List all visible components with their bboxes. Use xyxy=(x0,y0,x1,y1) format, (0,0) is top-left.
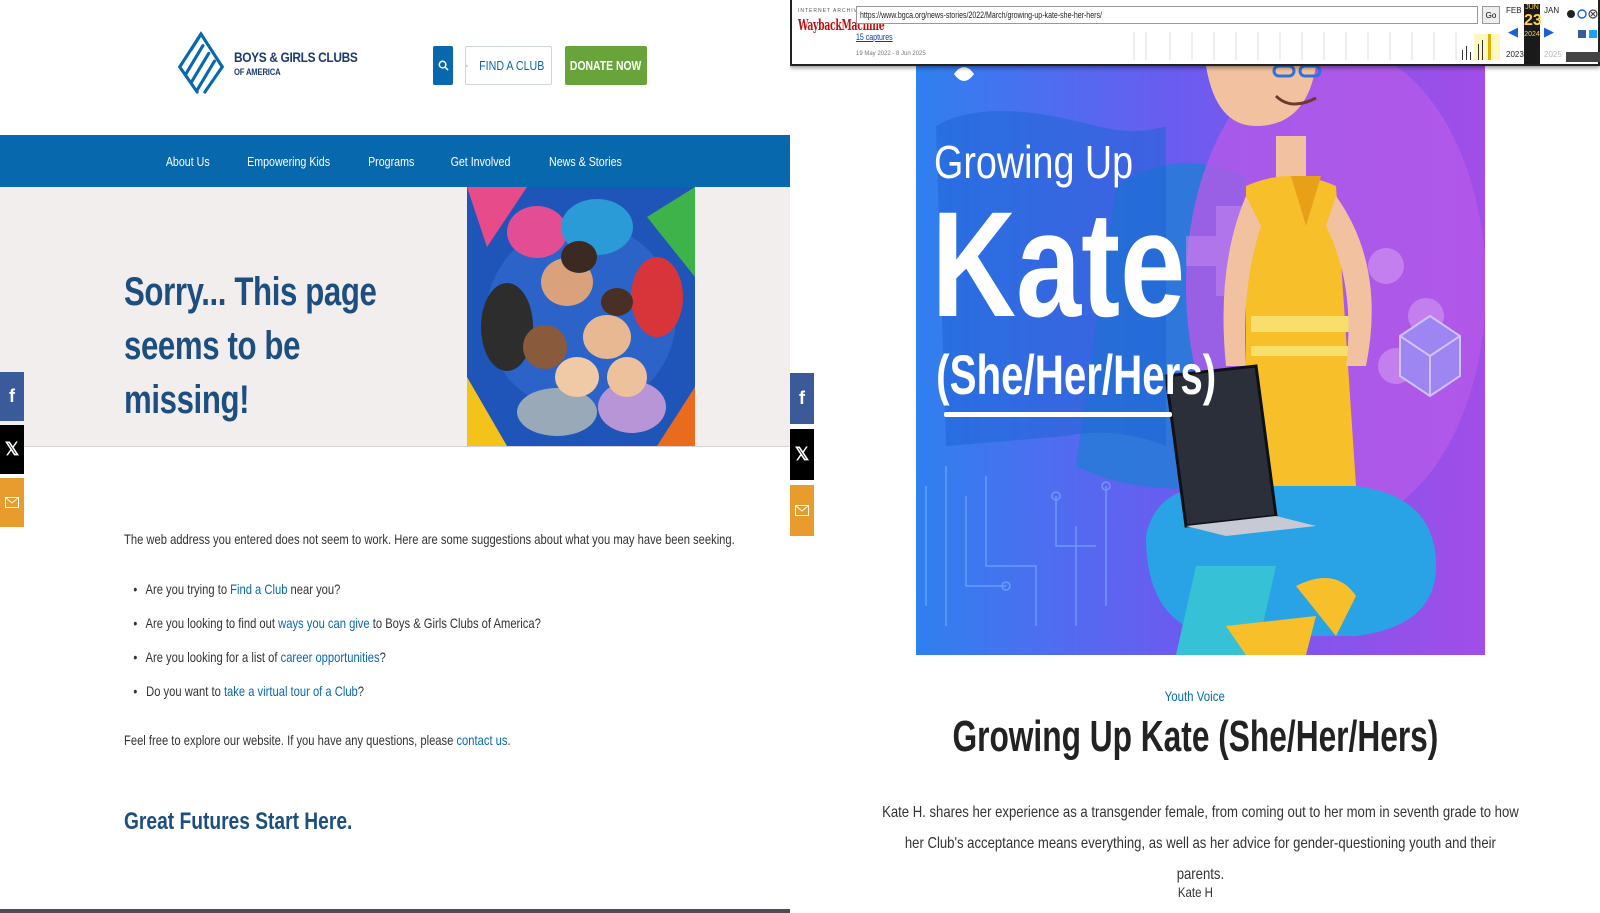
bgca-logo[interactable]: BOYS & GIRLS CLUBS OF AMERICA xyxy=(172,28,379,98)
wayback-url-text: https://www.bgca.org/news-stories/2022/M… xyxy=(860,10,1102,20)
next-capture-arrow-icon[interactable]: ▶ xyxy=(1544,24,1554,40)
growing-up-kate-graphic: Growing Up Kate (She/Her/Hers) xyxy=(916,66,1485,655)
suggestion-text: Are you looking to find out xyxy=(145,615,279,631)
suggestion-text: Do you want to xyxy=(146,683,224,699)
ways-you-can-give-link[interactable]: ways you can give xyxy=(278,615,370,631)
suggestion-text: ? xyxy=(357,683,365,699)
internet-archive-label: INTERNET ARCHIVE xyxy=(798,8,863,14)
kids-covering-eyes-photo xyxy=(467,187,695,446)
donate-now-label: DONATE NOW xyxy=(570,58,642,73)
left-page: BOYS & GIRLS CLUBS OF AMERICA FIND A CLU… xyxy=(0,0,790,913)
search-icon xyxy=(438,60,449,71)
facebook-icon: f xyxy=(9,386,15,406)
capture-date-range: 19 May 2022 - 8 Jun 2025 xyxy=(856,51,926,57)
facebook-share-button[interactable]: f xyxy=(790,373,814,424)
article-title: Growing Up Kate (She/Her/Hers) xyxy=(790,712,1600,762)
suggestion-text: Are you looking for a list of xyxy=(145,649,281,665)
x-share-button[interactable]: 𝕏 xyxy=(790,429,814,480)
graphic-line-2: Kate xyxy=(932,180,1186,348)
current-year: 2024 xyxy=(1524,31,1540,38)
find-a-club-label: FIND A CLUB xyxy=(478,58,544,73)
capture-sparkline[interactable] xyxy=(1122,30,1512,60)
graphic-line-3: (She/Her/Hers) xyxy=(936,345,1216,407)
suggestion-item: Are you looking for a list of career opp… xyxy=(135,649,386,665)
article-author: Kate H xyxy=(790,884,1600,900)
wayback-month-nav: FEB ◀ 2023 JUN 23 2024 JAN ▶ 2025 xyxy=(1506,4,1564,64)
find-a-club-link[interactable]: Find a Club xyxy=(230,581,287,597)
facebook-share-button[interactable]: f xyxy=(0,372,24,421)
donate-now-button[interactable]: DONATE NOW xyxy=(565,46,647,85)
email-share-button[interactable] xyxy=(0,478,24,527)
facebook-icon: f xyxy=(799,388,805,408)
article-title-text: Growing Up Kate (She/Her/Hers) xyxy=(952,712,1438,761)
nav-item-news-stories[interactable]: News & Stories xyxy=(549,154,622,169)
search-button[interactable] xyxy=(433,46,453,85)
captures-link[interactable]: 15 captures xyxy=(856,32,893,42)
tagline: Great Futures Start Here. xyxy=(124,808,353,835)
mail-icon xyxy=(5,497,19,508)
prev-capture-arrow-icon[interactable]: ◀ xyxy=(1508,24,1518,40)
current-month: JUN xyxy=(1525,4,1539,11)
suggestion-item: Do you want to take a virtual tour of a … xyxy=(135,683,364,699)
x-icon: 𝕏 xyxy=(4,439,20,459)
facebook-small-icon xyxy=(1578,30,1586,38)
career-opportunities-link[interactable]: career opportunities xyxy=(281,649,380,665)
error-hero: Sorry... This page seems to be missing! xyxy=(0,187,790,447)
error-intro-text: The web address you entered does not see… xyxy=(124,531,735,547)
help-icon xyxy=(1577,9,1587,19)
twitter-small-icon xyxy=(1589,30,1597,38)
user-icon xyxy=(1567,10,1575,18)
article-summary-text: Kate H. shares her experience as a trans… xyxy=(881,804,1519,883)
error-title: Sorry... This page seems to be missing! xyxy=(124,270,377,422)
logo-line-2: OF AMERICA xyxy=(234,66,281,77)
find-a-club-button[interactable]: FIND A CLUB xyxy=(465,46,552,85)
wayback-machine-label: WaybackMachine xyxy=(798,16,885,34)
main-nav: About Us Empowering Kids Programs Get In… xyxy=(0,135,790,187)
wayback-logo[interactable]: INTERNET ARCHIVE WaybackMachine xyxy=(798,8,885,52)
article-author-name: Kate H xyxy=(1177,884,1213,900)
virtual-tour-link[interactable]: take a virtual tour of a Club xyxy=(224,683,358,699)
suggestion-text: ? xyxy=(379,649,386,665)
current-capture-date: JUN 23 2024 xyxy=(1524,4,1542,64)
contact-us-link[interactable]: contact us xyxy=(456,732,507,748)
email-share-button[interactable] xyxy=(790,485,814,536)
map-pin-icon xyxy=(466,64,468,67)
logo-line-1: BOYS & GIRLS CLUBS xyxy=(234,48,358,65)
footer-bar xyxy=(0,909,790,913)
nav-item-get-involved[interactable]: Get Involved xyxy=(450,154,510,169)
wayback-tools xyxy=(1566,4,1600,64)
x-icon: 𝕏 xyxy=(794,444,810,464)
suggestion-text: Are you trying to xyxy=(145,581,231,597)
article-category-label: Youth Voice xyxy=(1164,688,1226,704)
suggestion-text: to Boys & Girls Clubs of America? xyxy=(369,615,541,631)
prev-month-label[interactable]: FEB xyxy=(1506,6,1522,15)
mail-icon xyxy=(795,505,809,516)
suggestion-text: near you? xyxy=(287,581,341,597)
explore-text: Feel free to explore our website. If you… xyxy=(124,732,511,748)
explore-text-body: Feel free to explore our website. If you… xyxy=(124,732,457,748)
article-category[interactable]: Youth Voice xyxy=(790,688,1600,704)
suggestion-item: Are you looking to find out ways you can… xyxy=(135,615,541,631)
x-share-button[interactable]: 𝕏 xyxy=(0,425,24,474)
nav-item-programs[interactable]: Programs xyxy=(368,154,414,169)
nav-item-about-us[interactable]: About Us xyxy=(165,154,209,169)
current-day: 23 xyxy=(1524,12,1542,29)
wayback-url-input[interactable]: https://www.bgca.org/news-stories/2022/M… xyxy=(856,6,1478,24)
bgca-logo-icon xyxy=(178,31,224,94)
next-month-label[interactable]: JAN xyxy=(1544,6,1559,15)
suggestion-item: Are you trying to Find a Club near you? xyxy=(135,581,341,597)
prev-year-label: 2023 xyxy=(1506,50,1524,59)
next-year-label: 2025 xyxy=(1544,50,1562,59)
wayback-go-button[interactable]: Go xyxy=(1482,6,1500,24)
right-page: INTERNET ARCHIVE WaybackMachine https://… xyxy=(790,0,1600,913)
explore-text-end: . xyxy=(507,732,511,748)
left-share-bar: f 𝕏 xyxy=(0,372,24,531)
nav-item-empowering-kids[interactable]: Empowering Kids xyxy=(247,154,330,169)
article-summary: Kate H. shares her experience as a trans… xyxy=(880,797,1520,890)
wayback-toolbar: INTERNET ARCHIVE WaybackMachine https://… xyxy=(790,0,1600,66)
right-share-bar: f 𝕏 xyxy=(790,373,814,541)
